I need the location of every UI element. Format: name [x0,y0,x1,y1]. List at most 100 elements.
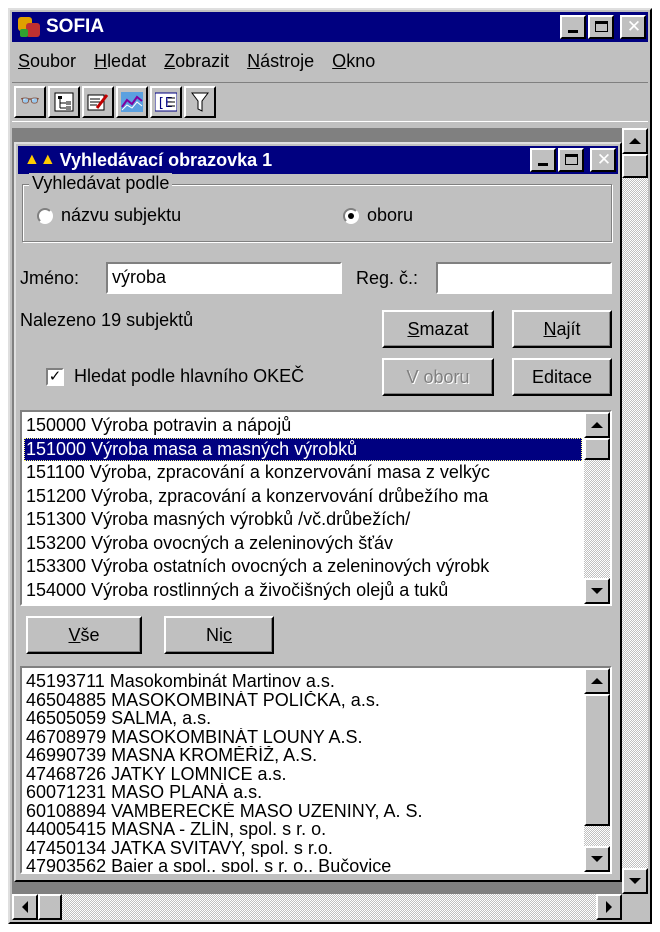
radio-by-name-circle[interactable] [37,207,53,224]
search-binoculars-button[interactable]: 👓 [14,86,46,118]
name-input[interactable]: výroba [106,262,342,294]
sofia-main-window: SOFIA ✕ Soubor Hledat Zobrazit Nástroje Okno… [8,8,652,924]
main-vscroll-thumb[interactable] [622,154,648,178]
subjects-scroll-down-button[interactable] [584,846,610,872]
close-icon: ✕ [626,17,642,36]
main-scroll-down-button[interactable] [622,868,648,894]
mdi-client-area: ▲▲ Vyhledávací obrazovka 1 ✕ Vyhledávat … [12,128,648,920]
subject-list-item[interactable]: 60071231 MASO PLANÁ a.s. [24,783,582,802]
child-maximize-button[interactable] [558,148,584,172]
okec-scroll-up-button[interactable] [584,412,610,438]
child-close-button[interactable]: ✕ [590,148,616,172]
okec-list-item[interactable]: 151200 Výroba, zpracování a konzervování… [24,485,582,509]
checkbox-label: Hledat podle hlavního OKEČ [74,366,305,386]
menu-item-1[interactable]: Hledat [90,49,150,74]
okec-list-item[interactable]: 151100 Výroba, zpracování a konzervování… [24,461,582,485]
resize-grip[interactable] [622,894,648,920]
subject-list-item[interactable]: 45193711 Masokombinát Martinov a.s. [24,672,582,691]
checkbox-box[interactable]: ✓ [46,367,64,386]
radio-by-name-label: názvu subjektu [61,205,182,225]
maximize-icon [565,154,578,165]
subject-list-item[interactable]: 44005415 MASNA - ZLÍN, spol. s r. o. [24,820,582,839]
menu-item-2[interactable]: Zobrazit [160,49,233,74]
binoculars-icon: ▲▲ [24,151,56,168]
main-okec-checkbox[interactable]: ✓ Hledat podle hlavního OKEČ [46,366,304,387]
maximize-icon [595,21,608,32]
chart-button[interactable] [116,86,148,118]
radio-by-name[interactable]: názvu subjektu [37,205,181,226]
subject-list-item[interactable]: 46505059 SALMA, a.s. [24,709,582,728]
child-minimize-button[interactable] [530,148,556,172]
list-button[interactable]: [E [150,86,182,118]
find-button[interactable]: Najít [512,310,612,348]
minimize-icon [538,163,548,166]
radio-by-field-circle[interactable] [343,207,359,224]
clear-button[interactable]: Smazat [382,310,494,348]
main-vertical-scrollbar[interactable] [622,128,648,894]
menu-item-4[interactable]: Okno [328,49,379,74]
child-title: Vyhledávací obrazovka 1 [59,149,273,170]
subject-list-item[interactable]: 47468726 JATKY LOMNICE a.s. [24,765,582,784]
subject-list-item[interactable]: 47903562 Bajer a spol., spol. s r. o., B… [24,857,582,872]
arrow-up-icon [591,422,603,428]
subject-list-item[interactable]: 47450134 JATKA SVITAVY, spol. s r.o. [24,839,582,858]
edit-icon [87,94,109,111]
binoculars-icon: 👓 [20,93,40,110]
subject-list-item[interactable]: 46708979 MASOKOMBINÁT LOUNY A.S. [24,728,582,747]
subjects-scroll-thumb[interactable] [584,694,610,826]
main-horizontal-scrollbar[interactable] [12,894,622,920]
reg-number-input[interactable] [436,262,612,294]
subjects-list-scrollbar[interactable] [584,668,610,872]
menu-item-3[interactable]: Nástroje [243,49,318,74]
menu-item-0[interactable]: Soubor [14,49,80,74]
subjects-listbox[interactable]: 45193711 Masokombinát Martinov a.s. 46504… [20,666,612,874]
subjects-scroll-up-button[interactable] [584,668,610,694]
main-titlebar[interactable]: SOFIA ✕ [12,12,648,42]
main-scroll-up-button[interactable] [622,128,648,154]
okec-list-item[interactable]: 153200 Výroba ovocných a zeleninových šť… [24,532,582,556]
group-label: Vyhledávat podle [29,173,173,194]
close-icon: ✕ [596,150,612,169]
okec-listbox[interactable]: 150000 Výroba potravin a nápojů 151000 Vý… [20,410,612,606]
menu-bar: Soubor Hledat Zobrazit Nástroje Okno [12,46,648,76]
search-screen-window: ▲▲ Vyhledávací obrazovka 1 ✕ Vyhledávat … [14,142,622,882]
subject-list-item[interactable]: 46990739 MASNA KROMĚŘÍŽ, A.S. [24,746,582,765]
sofia-app-icon[interactable] [16,15,42,39]
name-label: Jméno: [20,268,80,288]
main-scroll-right-button[interactable] [596,894,622,920]
main-hscroll-thumb[interactable] [38,894,62,920]
arrow-right-icon [606,901,612,913]
okec-list-scrollbar[interactable] [584,412,610,604]
edit-record-button[interactable]: Editace [512,358,612,396]
chart-icon [121,92,143,112]
okec-list-item[interactable]: 151300 Výroba masných výrobků /vč.drůbež… [24,508,582,532]
okec-list-item[interactable]: 151000 Výroba masa a masných výrobků [24,437,582,461]
child-titlebar[interactable]: ▲▲ Vyhledávací obrazovka 1 ✕ [18,146,618,174]
okec-list-item[interactable]: 154000 Výroba rostlinných a živočišných … [24,579,582,603]
minimize-button[interactable] [560,15,586,39]
edit-button[interactable] [82,86,114,118]
arrow-down-icon [591,588,603,594]
subject-list-item[interactable]: 60108894 VAMBERECKÉ MASO UZENINY, A. S. [24,802,582,821]
arrow-up-icon [591,678,603,684]
arrow-down-icon [591,856,603,862]
radio-by-field-label: oboru [367,205,414,225]
radio-by-field[interactable]: oboru [343,205,413,226]
app-title: SOFIA [46,16,105,37]
maximize-button[interactable] [588,15,614,39]
arrow-left-icon [22,901,28,913]
select-all-button[interactable]: Vše [26,616,142,654]
close-button[interactable]: ✕ [620,15,646,39]
okec-scroll-thumb[interactable] [584,438,610,460]
filter-button[interactable] [184,86,216,118]
subject-list-item[interactable]: 46504885 MASOKOMBINÁT POLIČKA, a.s. [24,691,582,710]
in-field-button[interactable]: V oboru [382,358,494,396]
list-icon: [E [155,92,177,112]
tree-button[interactable] [48,86,80,118]
okec-scroll-down-button[interactable] [584,578,610,604]
okec-list-item[interactable]: 150000 Výroba potravin a nápojů [24,414,582,438]
main-scroll-left-button[interactable] [12,894,38,920]
okec-list-item[interactable]: 153300 Výroba ostatních ovocných a zelen… [24,555,582,579]
minimize-icon [568,30,578,33]
select-none-button[interactable]: Nic [164,616,274,654]
